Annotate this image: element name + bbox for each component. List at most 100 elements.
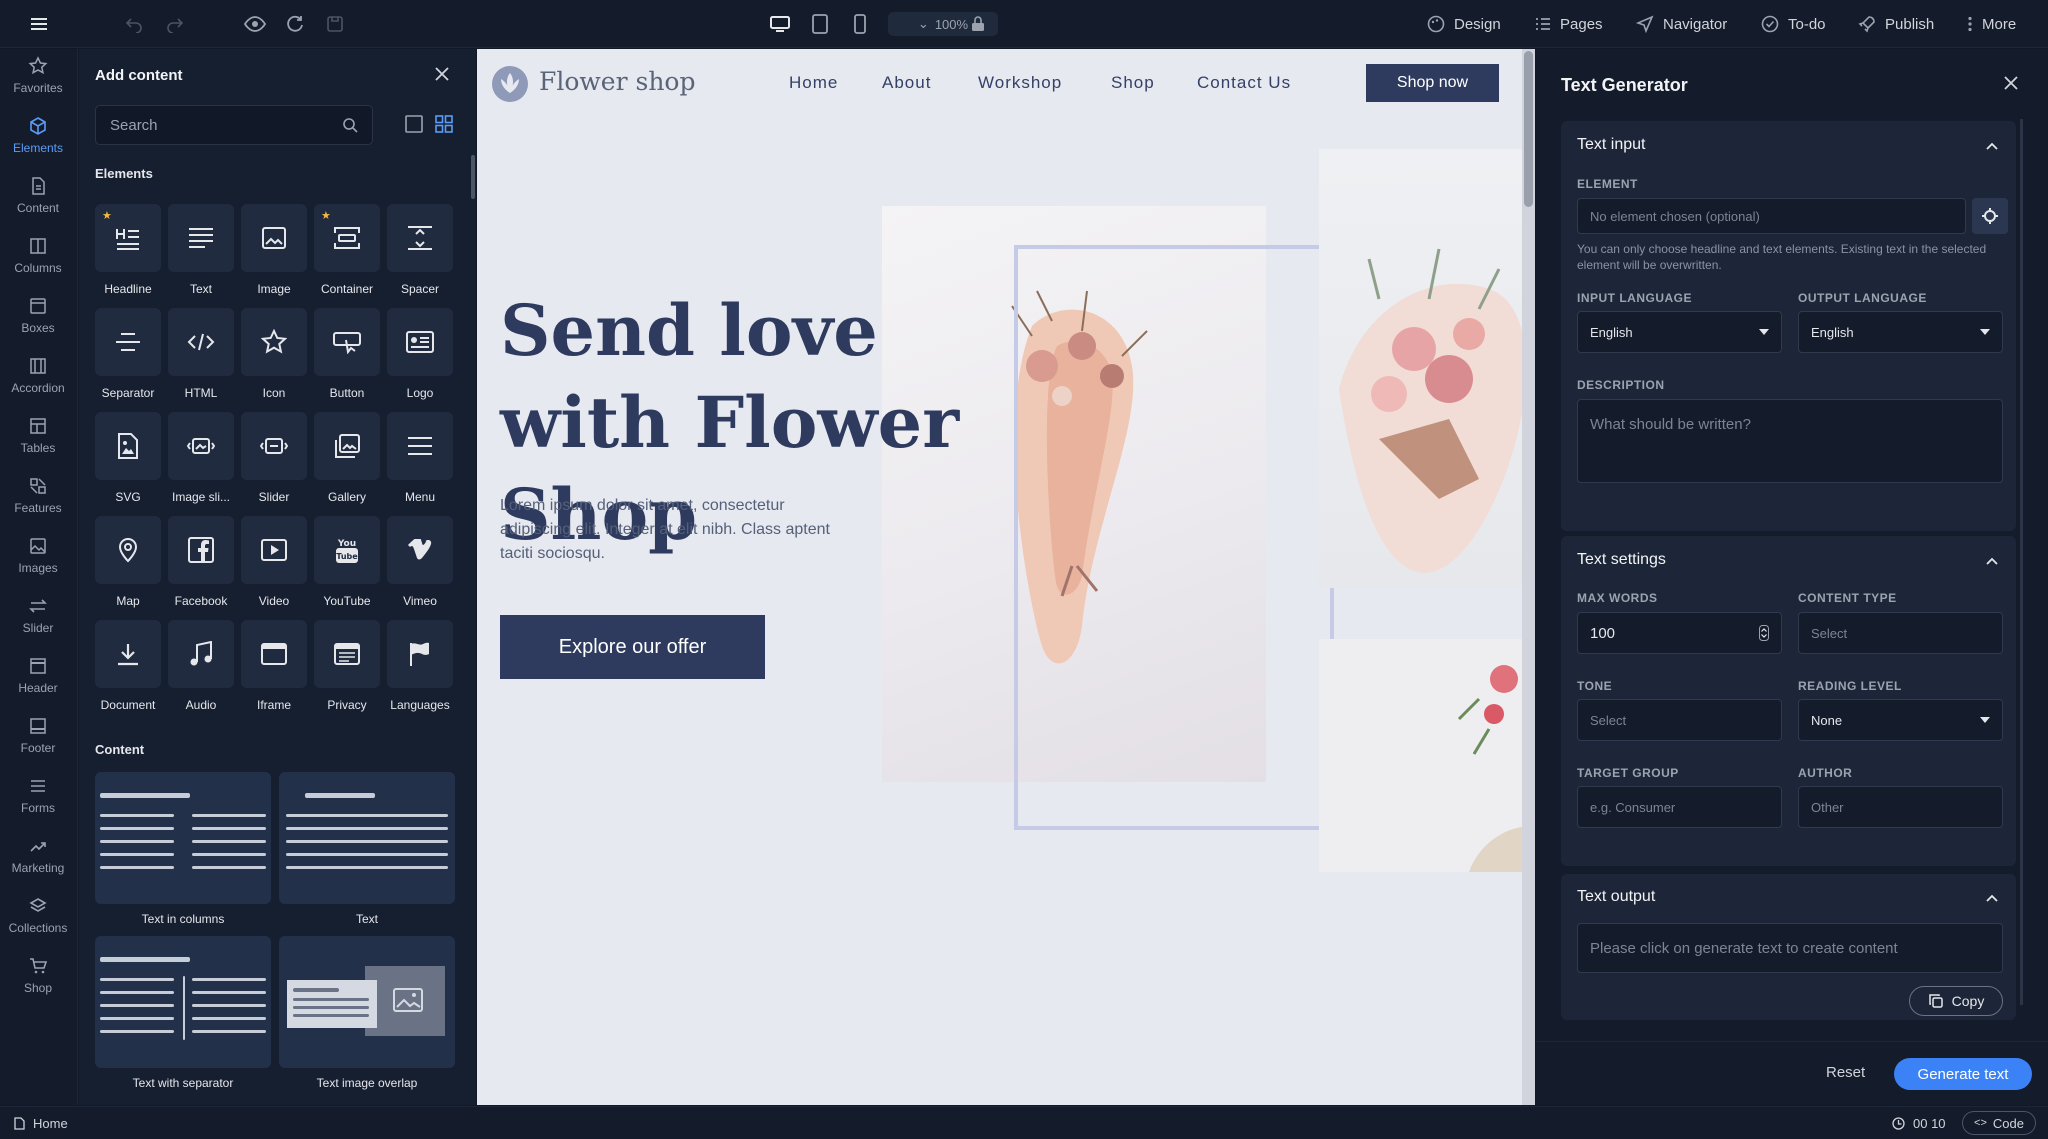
rail-item-elements[interactable]: Elements bbox=[0, 116, 76, 176]
element-svg-tile[interactable] bbox=[95, 412, 161, 480]
canvas-scrollbar[interactable] bbox=[1522, 49, 1535, 1105]
rail-item-favorites[interactable]: Favorites bbox=[0, 56, 76, 116]
rail-item-accordion[interactable]: Accordion bbox=[0, 356, 76, 416]
target-group-input[interactable]: e.g. Consumer bbox=[1577, 786, 1782, 828]
generate-text-button[interactable]: Generate text bbox=[1894, 1058, 2032, 1090]
site-nav-home[interactable]: Home bbox=[789, 73, 838, 93]
element-separator-tile[interactable] bbox=[95, 308, 161, 376]
chevron-up-icon[interactable] bbox=[1984, 553, 2000, 569]
output-language-select[interactable]: English bbox=[1798, 311, 2003, 353]
close-icon[interactable] bbox=[435, 67, 453, 85]
redo-icon[interactable] bbox=[163, 12, 187, 36]
chevron-up-icon[interactable] bbox=[1984, 890, 2000, 906]
undo-icon[interactable] bbox=[122, 12, 146, 36]
current-page-indicator[interactable]: Home bbox=[14, 1116, 68, 1131]
copy-button[interactable]: Copy bbox=[1909, 986, 2003, 1016]
generator-scrollbar[interactable] bbox=[2020, 119, 2023, 1005]
rail-item-shop[interactable]: Shop bbox=[0, 956, 76, 1016]
author-input[interactable]: Other bbox=[1798, 786, 2003, 828]
tone-select[interactable]: Select bbox=[1577, 699, 1782, 741]
rail-item-images[interactable]: Images bbox=[0, 536, 76, 596]
element-image-tile[interactable] bbox=[241, 204, 307, 272]
desktop-view-icon[interactable] bbox=[768, 12, 792, 36]
element-document-tile[interactable] bbox=[95, 620, 161, 688]
template-text-image-overlap[interactable] bbox=[279, 936, 455, 1068]
mobile-view-icon[interactable] bbox=[848, 12, 872, 36]
side-image-bouquet[interactable] bbox=[1319, 149, 1524, 588]
list-view-icon[interactable] bbox=[405, 115, 423, 133]
input-language-select[interactable]: English bbox=[1577, 311, 1782, 353]
rail-item-footer[interactable]: Footer bbox=[0, 716, 76, 776]
rail-item-header[interactable]: Header bbox=[0, 656, 76, 716]
element-audio-tile[interactable] bbox=[168, 620, 234, 688]
description-textarea[interactable]: What should be written? bbox=[1577, 399, 2003, 483]
rail-item-tables[interactable]: Tables bbox=[0, 416, 76, 476]
element-image-slider-tile[interactable] bbox=[168, 412, 234, 480]
explore-offer-button[interactable]: Explore our offer bbox=[500, 615, 765, 679]
site-nav-contact[interactable]: Contact Us bbox=[1197, 73, 1291, 93]
max-words-stepper[interactable]: 100 bbox=[1577, 612, 1782, 654]
element-button-tile[interactable] bbox=[314, 308, 380, 376]
canvas-scroll-thumb[interactable] bbox=[1524, 51, 1533, 207]
element-picker-input[interactable]: No element chosen (optional) bbox=[1577, 198, 1966, 234]
design-menu[interactable]: Design bbox=[1427, 12, 1501, 36]
rail-item-boxes[interactable]: Boxes bbox=[0, 296, 76, 356]
rail-item-features[interactable]: Features bbox=[0, 476, 76, 536]
refresh-icon[interactable] bbox=[283, 12, 307, 36]
rail-item-collections[interactable]: Collections bbox=[0, 896, 76, 956]
site-nav-about[interactable]: About bbox=[882, 73, 931, 93]
more-menu[interactable]: More bbox=[1967, 12, 2016, 36]
close-icon[interactable] bbox=[2004, 76, 2018, 90]
element-icon-tile[interactable] bbox=[241, 308, 307, 376]
template-text[interactable] bbox=[279, 772, 455, 904]
element-html-tile[interactable] bbox=[168, 308, 234, 376]
element-languages-tile[interactable] bbox=[387, 620, 453, 688]
text-output-field[interactable]: Please click on generate text to create … bbox=[1577, 923, 2003, 973]
crosshair-picker-button[interactable] bbox=[1972, 198, 2008, 234]
chevron-up-icon[interactable] bbox=[1984, 138, 2000, 154]
element-text-tile[interactable] bbox=[168, 204, 234, 272]
site-nav-workshop[interactable]: Workshop bbox=[978, 73, 1062, 93]
publish-menu[interactable]: Publish bbox=[1858, 12, 1934, 36]
todo-menu[interactable]: To-do bbox=[1761, 12, 1826, 36]
stepper-arrows-icon[interactable] bbox=[1759, 625, 1769, 641]
side-image-bottom[interactable] bbox=[1319, 639, 1524, 872]
element-facebook-tile[interactable] bbox=[168, 516, 234, 584]
rail-item-columns[interactable]: Columns bbox=[0, 236, 76, 296]
grid-view-icon[interactable] bbox=[435, 115, 453, 133]
preview-eye-icon[interactable] bbox=[243, 12, 267, 36]
template-text-in-columns[interactable] bbox=[95, 772, 271, 904]
site-brand[interactable]: Flower shop bbox=[539, 67, 695, 96]
site-nav-shop[interactable]: Shop bbox=[1111, 73, 1155, 93]
template-text-with-separator[interactable] bbox=[95, 936, 271, 1068]
element-spacer-tile[interactable] bbox=[387, 204, 453, 272]
rail-item-slider[interactable]: Slider bbox=[0, 596, 76, 656]
rail-item-forms[interactable]: Forms bbox=[0, 776, 76, 836]
reading-level-select[interactable]: None bbox=[1798, 699, 2003, 741]
element-headline-tile[interactable]: ★ bbox=[95, 204, 161, 272]
lock-icon[interactable] bbox=[966, 12, 990, 36]
save-icon[interactable] bbox=[323, 12, 347, 36]
element-gallery-tile[interactable] bbox=[314, 412, 380, 480]
element-privacy-tile[interactable] bbox=[314, 620, 380, 688]
hero-body-text[interactable]: Lorem ipsum dolor sit amet, consectetur … bbox=[500, 494, 860, 566]
element-container-tile[interactable]: ★ bbox=[314, 204, 380, 272]
pages-menu[interactable]: Pages bbox=[1535, 12, 1603, 36]
search-input[interactable]: Search bbox=[95, 105, 373, 145]
element-map-tile[interactable] bbox=[95, 516, 161, 584]
panel-scrollbar[interactable] bbox=[471, 155, 475, 199]
code-button[interactable]: <> Code bbox=[1962, 1111, 2036, 1135]
menu-icon[interactable] bbox=[27, 12, 51, 36]
tablet-view-icon[interactable] bbox=[808, 12, 832, 36]
rail-item-marketing[interactable]: Marketing bbox=[0, 836, 76, 896]
element-slider-tile[interactable] bbox=[241, 412, 307, 480]
shop-now-button[interactable]: Shop now bbox=[1366, 64, 1499, 102]
element-iframe-tile[interactable] bbox=[241, 620, 307, 688]
element-logo-tile[interactable] bbox=[387, 308, 453, 376]
element-youtube-tile[interactable]: You Tube bbox=[314, 516, 380, 584]
rail-item-content[interactable]: Content bbox=[0, 176, 76, 236]
reset-button[interactable]: Reset bbox=[1826, 1064, 1865, 1081]
element-video-tile[interactable] bbox=[241, 516, 307, 584]
element-vimeo-tile[interactable] bbox=[387, 516, 453, 584]
element-menu-tile[interactable] bbox=[387, 412, 453, 480]
